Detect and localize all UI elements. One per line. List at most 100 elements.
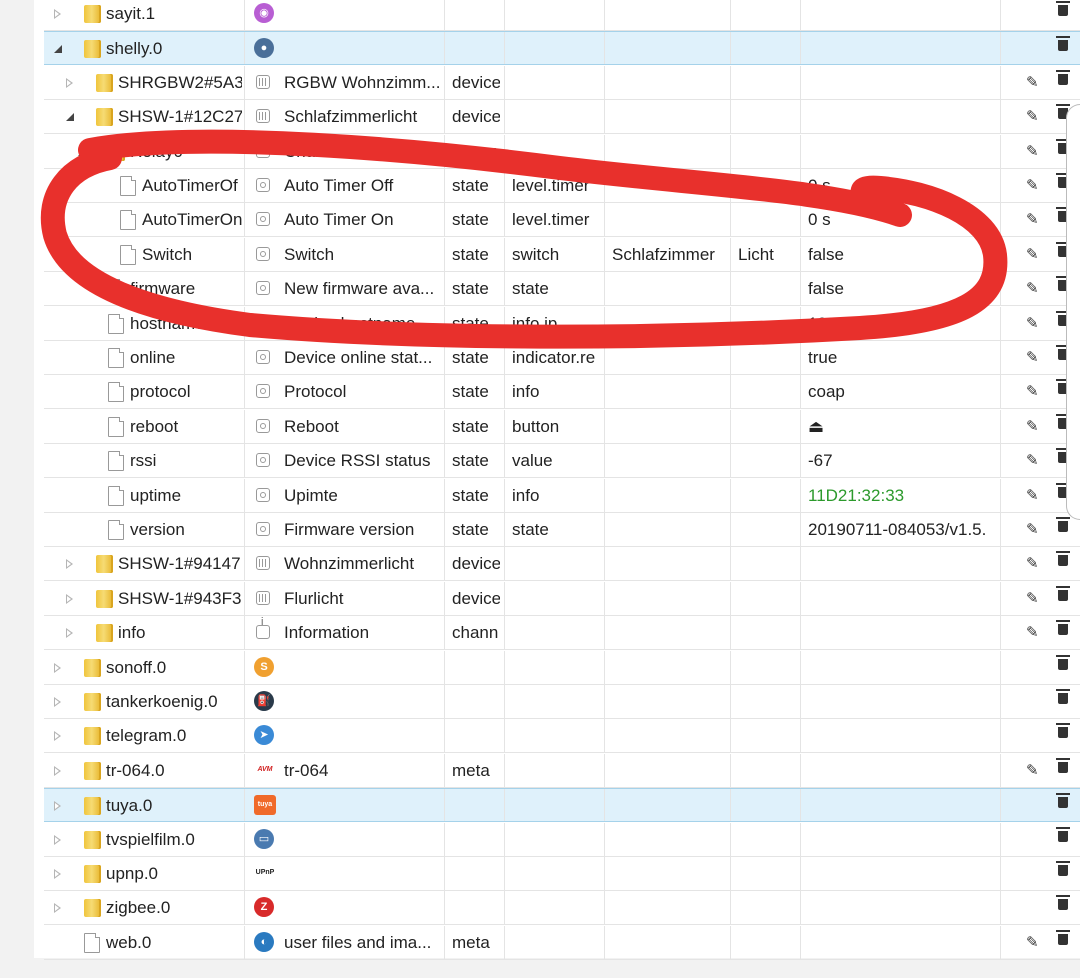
expand-toggle-icon[interactable] (54, 9, 61, 19)
edit-pencil-icon[interactable]: ✎ (1026, 555, 1039, 573)
tree-row[interactable]: web.0 ◐ user files and ima... meta ✎ (44, 925, 1080, 960)
collapse-toggle-icon[interactable] (54, 45, 62, 54)
edit-pencil-icon[interactable]: ✎ (1026, 280, 1039, 298)
edit-pencil-icon[interactable]: ✎ (1026, 74, 1039, 92)
tree-row[interactable]: tvspielfilm.0 ▭ (44, 822, 1080, 857)
edit-pencil-icon[interactable]: ✎ (1026, 211, 1039, 229)
delete-trash-icon[interactable] (1056, 723, 1070, 739)
cell-desc: Flurlicht (284, 588, 344, 608)
cell-type: meta (452, 760, 490, 780)
tree-row[interactable]: tuya.0 tuya (44, 788, 1080, 823)
expand-toggle-icon[interactable] (54, 903, 61, 914)
cell-value[interactable]: ⏏ (808, 410, 996, 444)
tree-row[interactable]: online Device online stat... state indicato… (44, 341, 1080, 375)
delete-trash-icon[interactable] (1056, 1, 1070, 16)
delete-trash-icon[interactable] (1056, 757, 1070, 773)
object-id: info (118, 623, 146, 643)
tree-row[interactable]: sonoff.0 S (44, 650, 1080, 685)
tree-row[interactable]: SHRGBW2#5A3 RGBW Wohnzimm... device ✎ (44, 65, 1080, 100)
expand-toggle-icon[interactable] (66, 628, 73, 639)
expand-toggle-icon[interactable] (54, 834, 61, 845)
expand-toggle-icon[interactable] (54, 801, 61, 812)
edit-pencil-icon[interactable]: ✎ (1026, 487, 1039, 505)
tree-row[interactable]: uptimeUpimtestateinfo11D21:32:33✎⚒ (44, 478, 1080, 513)
delete-trash-icon[interactable] (1056, 826, 1070, 842)
edit-pencil-icon[interactable]: ✎ (1026, 246, 1039, 264)
edit-pencil-icon[interactable]: ✎ (1026, 762, 1039, 780)
tree-row[interactable]: shelly.0 ● (44, 31, 1080, 66)
edit-pencil-icon[interactable]: ✎ (1026, 315, 1039, 333)
delete-trash-icon[interactable] (1056, 517, 1070, 532)
tree-row[interactable]: AutoTimerOf Auto Timer Off state level.time… (44, 169, 1080, 203)
edit-pencil-icon[interactable]: ✎ (1026, 177, 1039, 195)
tree-row[interactable]: firmware New firmware ava... state state fal… (44, 272, 1080, 307)
cell-role: value (512, 451, 553, 471)
cell-desc: Device hostname (284, 313, 416, 333)
expand-toggle-icon[interactable] (54, 869, 61, 879)
edit-pencil-icon[interactable]: ✎ (1026, 521, 1039, 539)
tree-row[interactable]: protocolProtocolstateinfocoap✎⚒ (44, 375, 1080, 410)
cell-role: info.ip (512, 313, 558, 333)
expand-toggle-icon[interactable] (66, 77, 73, 88)
tree-row[interactable]: rssiDevice RSSI statusstatevalue-67✎⚒ (44, 444, 1080, 479)
delete-trash-icon[interactable] (1056, 793, 1070, 809)
delete-trash-icon[interactable] (1056, 36, 1070, 52)
edit-pencil-icon[interactable]: ✎ (1026, 108, 1039, 126)
delete-trash-icon[interactable] (1056, 69, 1070, 85)
tree-row[interactable]: AutoTimerOn Auto Timer On state level.timer… (44, 203, 1080, 238)
cell-value[interactable]: 11D21:32:33 (808, 479, 996, 513)
edit-pencil-icon[interactable]: ✎ (1026, 349, 1039, 367)
tree-row[interactable]: Switch Switch state switch Schlafzimmer Licht… (44, 237, 1080, 272)
delete-trash-icon[interactable] (1056, 861, 1070, 876)
file-icon (120, 210, 136, 231)
collapse-toggle-icon[interactable] (78, 147, 86, 156)
tree-row[interactable]: SHSW-1#94147 Wohnzimmerlicht device ✎ (44, 547, 1080, 582)
cell-value[interactable]: 0 s (808, 203, 996, 237)
delete-trash-icon[interactable] (1056, 551, 1070, 567)
tree-row[interactable]: rebootRebootstatebutton⏏✎⚒ (44, 409, 1080, 444)
cell-value[interactable]: 20190711-084053/v1.5. (808, 513, 996, 547)
cell-value[interactable]: false (808, 238, 996, 272)
delete-trash-icon[interactable] (1056, 895, 1070, 911)
expand-toggle-icon[interactable] (54, 697, 61, 707)
tree-row[interactable]: tr-064.0 AVM tr-064 meta ✎ (44, 753, 1080, 788)
delete-trash-icon[interactable] (1056, 620, 1070, 636)
expand-toggle-icon[interactable] (54, 662, 61, 673)
cell-value[interactable]: -67 (808, 444, 996, 478)
tree-row[interactable]: info Information chann ✎ (44, 616, 1080, 651)
tree-row[interactable]: tankerkoenig.0 ⛽ (44, 685, 1080, 719)
edit-pencil-icon[interactable]: ✎ (1026, 418, 1039, 436)
expand-toggle-icon[interactable] (54, 765, 61, 776)
tree-row[interactable]: telegram.0 ➤ (44, 719, 1080, 754)
edit-pencil-icon[interactable]: ✎ (1026, 624, 1039, 642)
tree-row[interactable]: version Firmware version state state 2019071… (44, 513, 1080, 547)
cell-value[interactable]: true (808, 341, 996, 375)
tree-row[interactable]: SHSW-1#943F3 Flurlicht device ✎ (44, 581, 1080, 616)
cell-role: level.timer (512, 176, 590, 195)
delete-trash-icon[interactable] (1056, 654, 1070, 670)
tree-row[interactable]: SHSW-1#12C27 Schlafzimmerlicht device ✎ (44, 100, 1080, 135)
edit-pencil-icon[interactable]: ✎ (1026, 934, 1039, 952)
tree-row[interactable]: hostname Device hostname state info.ip 192.1… (44, 306, 1080, 341)
cell-value[interactable]: 0 s (808, 169, 996, 203)
edit-pencil-icon[interactable]: ✎ (1026, 383, 1039, 401)
delete-trash-icon[interactable] (1056, 585, 1070, 601)
edit-pencil-icon[interactable]: ✎ (1026, 143, 1039, 161)
delete-trash-icon[interactable] (1056, 929, 1070, 945)
cell-value[interactable]: 192.168. (808, 307, 996, 341)
tree-row[interactable]: sayit.1 ◉ (44, 0, 1080, 31)
collapse-toggle-icon[interactable] (66, 113, 74, 122)
expand-toggle-icon[interactable] (66, 593, 73, 604)
tree-row[interactable]: zigbee.0 Z (44, 891, 1080, 926)
cell-room: Schlafzimmer (612, 244, 715, 264)
expand-toggle-icon[interactable] (54, 731, 61, 742)
cell-value[interactable]: false (808, 272, 996, 306)
tree-row[interactable]: Relay0 Channel Relay0 chann ✎ (44, 134, 1080, 169)
delete-trash-icon[interactable] (1056, 689, 1070, 704)
edit-pencil-icon[interactable]: ✎ (1026, 590, 1039, 608)
tree-row[interactable]: upnp.0 UPnP (44, 857, 1080, 891)
expand-toggle-icon[interactable] (66, 559, 73, 570)
edit-pencil-icon[interactable]: ✎ (1026, 452, 1039, 470)
cell-value[interactable]: coap (808, 375, 996, 409)
folder-icon (84, 797, 101, 816)
